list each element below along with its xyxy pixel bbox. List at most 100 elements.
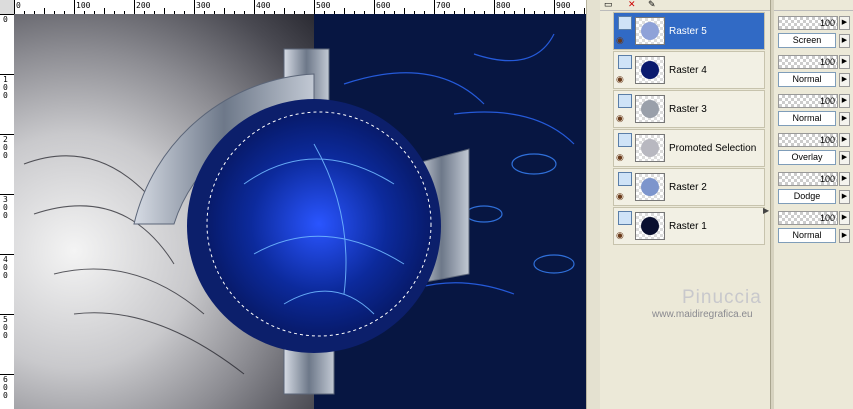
opacity-value: 100 [819, 135, 835, 145]
layer-row[interactable]: ◉ Raster 2 [613, 168, 765, 206]
opacity-slider[interactable]: 100 [778, 16, 838, 30]
layer-prop-row: 100 ▶ Normal ▶ [776, 92, 853, 131]
layer-thumbnail [635, 56, 665, 84]
blend-arrow-icon[interactable]: ▶ [839, 112, 850, 126]
ruler-label: 500 [3, 315, 8, 340]
layer-type-icon [618, 55, 632, 69]
opacity-value: 100 [819, 174, 835, 184]
brush-icon[interactable]: ✎ [648, 0, 656, 9]
ruler-label: 0 [3, 15, 8, 24]
layers-palette: ▭ ✕ ✎ ◉ Raster 5 ◉ Raster 4 ◉ Raster 3 ◉ Promot… [600, 0, 853, 409]
opacity-value: 100 [819, 213, 835, 223]
opacity-arrow-icon[interactable]: ▶ [839, 172, 850, 186]
layer-prop-row: 100 ▶ Screen ▶ [776, 14, 853, 53]
layer-row[interactable]: ◉ Raster 5 [613, 12, 765, 50]
opacity-arrow-icon[interactable]: ▶ [839, 16, 850, 30]
layer-name: Raster 2 [669, 182, 707, 193]
brand-url: www.maidiregrafica.eu [652, 309, 753, 320]
visibility-eye-icon[interactable]: ◉ [616, 113, 624, 124]
horizontal-ruler: 0 100 200 300 400 500 600 700 800 900 [14, 0, 586, 15]
layer-row[interactable]: ◉ Raster 1 [613, 207, 765, 245]
visibility-eye-icon[interactable]: ◉ [616, 191, 624, 202]
ruler-major-tick [134, 0, 135, 14]
collapse-arrow-icon[interactable]: ▶ [763, 206, 769, 215]
new-layer-icon[interactable]: ▭ [604, 0, 613, 9]
opacity-slider[interactable]: 100 [778, 172, 838, 186]
blend-mode-select[interactable]: Normal [778, 228, 836, 243]
ruler-label: 800 [496, 1, 511, 10]
blend-arrow-icon[interactable]: ▶ [839, 34, 850, 48]
ruler-label: 400 [3, 255, 8, 280]
opacity-slider[interactable]: 100 [778, 94, 838, 108]
ruler-label: 400 [256, 1, 271, 10]
delete-layer-icon[interactable]: ✕ [628, 0, 636, 9]
layer-type-icon [618, 133, 632, 147]
layer-prop-row: 100 ▶ Normal ▶ [776, 53, 853, 92]
layer-thumbnail [635, 212, 665, 240]
blend-mode-select[interactable]: Normal [778, 72, 836, 87]
opacity-arrow-icon[interactable]: ▶ [839, 211, 850, 225]
layer-type-icon [618, 16, 632, 30]
visibility-eye-icon[interactable]: ◉ [616, 35, 624, 46]
ruler-label: 300 [3, 195, 8, 220]
layers-toolbar: ▭ ✕ ✎ [600, 0, 853, 11]
opacity-slider[interactable]: 100 [778, 211, 838, 225]
ruler-major-tick [374, 0, 375, 14]
blend-arrow-icon[interactable]: ▶ [839, 229, 850, 243]
blend-mode-select[interactable]: Screen [778, 33, 836, 48]
layer-list: ◉ Raster 5 ◉ Raster 4 ◉ Raster 3 ◉ Promoted Sel… [613, 12, 765, 246]
opacity-slider[interactable]: 100 [778, 133, 838, 147]
layer-row[interactable]: ◉ Raster 3 [613, 90, 765, 128]
canvas-scrollbar[interactable] [586, 0, 601, 409]
layer-thumbnail [635, 134, 665, 162]
opacity-slider[interactable]: 100 [778, 55, 838, 69]
visibility-eye-icon[interactable]: ◉ [616, 152, 624, 163]
opacity-value: 100 [819, 96, 835, 106]
layer-thumbnail [635, 173, 665, 201]
ruler-major-tick [254, 0, 255, 14]
ruler-label: 200 [136, 1, 151, 10]
ruler-major-tick [74, 0, 75, 14]
layer-name: Promoted Selection [669, 143, 757, 154]
image-canvas[interactable] [14, 14, 586, 409]
visibility-eye-icon[interactable]: ◉ [616, 74, 624, 85]
ruler-major-tick [194, 0, 195, 14]
opacity-arrow-icon[interactable]: ▶ [839, 55, 850, 69]
layer-row[interactable]: ◉ Promoted Selection [613, 129, 765, 167]
brand-name: Pinuccia [682, 287, 762, 308]
panel-divider[interactable] [770, 0, 774, 409]
opacity-arrow-icon[interactable]: ▶ [839, 133, 850, 147]
layer-name: Raster 1 [669, 221, 707, 232]
artwork [23, 14, 586, 409]
layer-thumbnail [635, 95, 665, 123]
opacity-value: 100 [819, 18, 835, 28]
ruler-corner [0, 0, 15, 15]
blend-mode-select[interactable]: Overlay [778, 150, 836, 165]
ruler-major-tick [434, 0, 435, 14]
ruler-major-tick [554, 0, 555, 14]
blend-mode-select[interactable]: Normal [778, 111, 836, 126]
blend-arrow-icon[interactable]: ▶ [839, 73, 850, 87]
layer-properties: 100 ▶ Screen ▶ 100 ▶ Normal ▶ 100 ▶ Normal ▶ 100 ▶ Ove… [776, 14, 853, 248]
ruler-major-tick [314, 0, 315, 14]
opacity-value: 100 [819, 57, 835, 67]
blend-arrow-icon[interactable]: ▶ [839, 190, 850, 204]
ruler-label: 900 [556, 1, 571, 10]
layer-type-icon [618, 172, 632, 186]
ruler-label: 0 [16, 1, 21, 10]
ruler-label: 100 [76, 1, 91, 10]
opacity-arrow-icon[interactable]: ▶ [839, 94, 850, 108]
ruler-label: 600 [3, 375, 8, 400]
ruler-label: 100 [3, 75, 8, 100]
layer-row[interactable]: ◉ Raster 4 [613, 51, 765, 89]
visibility-eye-icon[interactable]: ◉ [616, 230, 624, 241]
vertical-ruler: 0 100 200 300 400 500 600 [0, 14, 15, 409]
layer-name: Raster 3 [669, 104, 707, 115]
ruler-major-tick [494, 0, 495, 14]
blend-arrow-icon[interactable]: ▶ [839, 151, 850, 165]
layer-name: Raster 5 [669, 26, 707, 37]
layer-name: Raster 4 [669, 65, 707, 76]
ruler-label: 500 [316, 1, 331, 10]
layer-prop-row: 100 ▶ Overlay ▶ [776, 131, 853, 170]
blend-mode-select[interactable]: Dodge [778, 189, 836, 204]
